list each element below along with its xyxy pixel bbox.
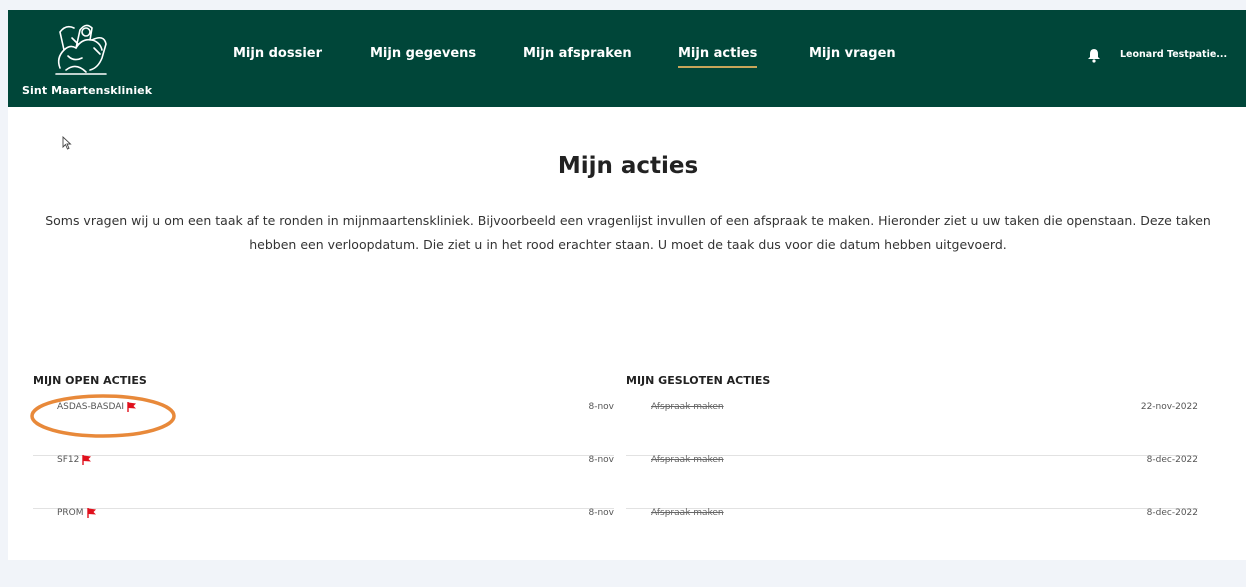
intro-text: Soms vragen wij u om een taak af te rond…: [8, 209, 1246, 257]
closed-action-name: Afspraak maken: [651, 508, 724, 518]
cursor-icon: [62, 136, 72, 150]
user-menu[interactable]: Leonard Testpatie...: [1120, 49, 1227, 60]
nav-item-mijn-dossier[interactable]: Mijn dossier: [233, 46, 322, 61]
closed-action-date: 22-nov-2022: [1140, 402, 1198, 412]
nav-item-mijn-afspraken[interactable]: Mijn afspraken: [523, 46, 632, 61]
flag-icon: [82, 455, 92, 465]
top-navigation-bar: Sint Maartenskliniek Mijn dossier Mijn g…: [8, 10, 1246, 107]
app-frame: Sint Maartenskliniek Mijn dossier Mijn g…: [8, 10, 1246, 560]
closed-action-row[interactable]: Afspraak maken 8-dec-2022: [626, 508, 1198, 560]
open-action-date: 8-nov: [588, 402, 614, 412]
highlight-ring: [30, 394, 176, 438]
intro-line-1: Soms vragen wij u om een taak af te rond…: [45, 213, 1211, 228]
nav-item-mijn-acties[interactable]: Mijn acties: [678, 46, 758, 68]
nav-item-mijn-vragen[interactable]: Mijn vragen: [809, 46, 896, 61]
open-action-date: 8-nov: [588, 508, 614, 518]
open-action-date: 8-nov: [588, 455, 614, 465]
open-actions-title: MIJN OPEN ACTIES: [33, 374, 147, 387]
open-action-label: PROM: [57, 508, 84, 518]
brand-name: Sint Maartenskliniek: [22, 84, 153, 97]
logo-emblem-icon: [55, 24, 107, 75]
intro-line-2: hebben een verloopdatum. Die ziet u in h…: [249, 237, 1007, 252]
closed-action-name: Afspraak maken: [651, 402, 724, 412]
closed-action-row[interactable]: Afspraak maken 22-nov-2022: [626, 402, 1198, 456]
bell-icon[interactable]: [1087, 48, 1101, 63]
page-title: Mijn acties: [557, 153, 699, 179]
brand-logo[interactable]: Sint Maartenskliniek: [22, 18, 152, 98]
closed-action-name: Afspraak maken: [651, 455, 724, 465]
closed-action-date: 8-dec-2022: [1146, 455, 1198, 465]
open-action-row[interactable]: PROM 8-nov: [33, 508, 614, 560]
closed-action-date: 8-dec-2022: [1146, 508, 1198, 518]
flag-icon: [86, 508, 96, 518]
open-action-label: SF12: [57, 455, 80, 465]
open-action-row[interactable]: SF12 8-nov: [33, 455, 614, 509]
closed-actions-title: MIJN GESLOTEN ACTIES: [626, 374, 771, 387]
nav-item-mijn-gegevens[interactable]: Mijn gegevens: [370, 46, 476, 61]
open-action-name: PROM: [57, 508, 97, 518]
open-action-name: SF12: [57, 455, 92, 465]
closed-action-row[interactable]: Afspraak maken 8-dec-2022: [626, 455, 1198, 509]
